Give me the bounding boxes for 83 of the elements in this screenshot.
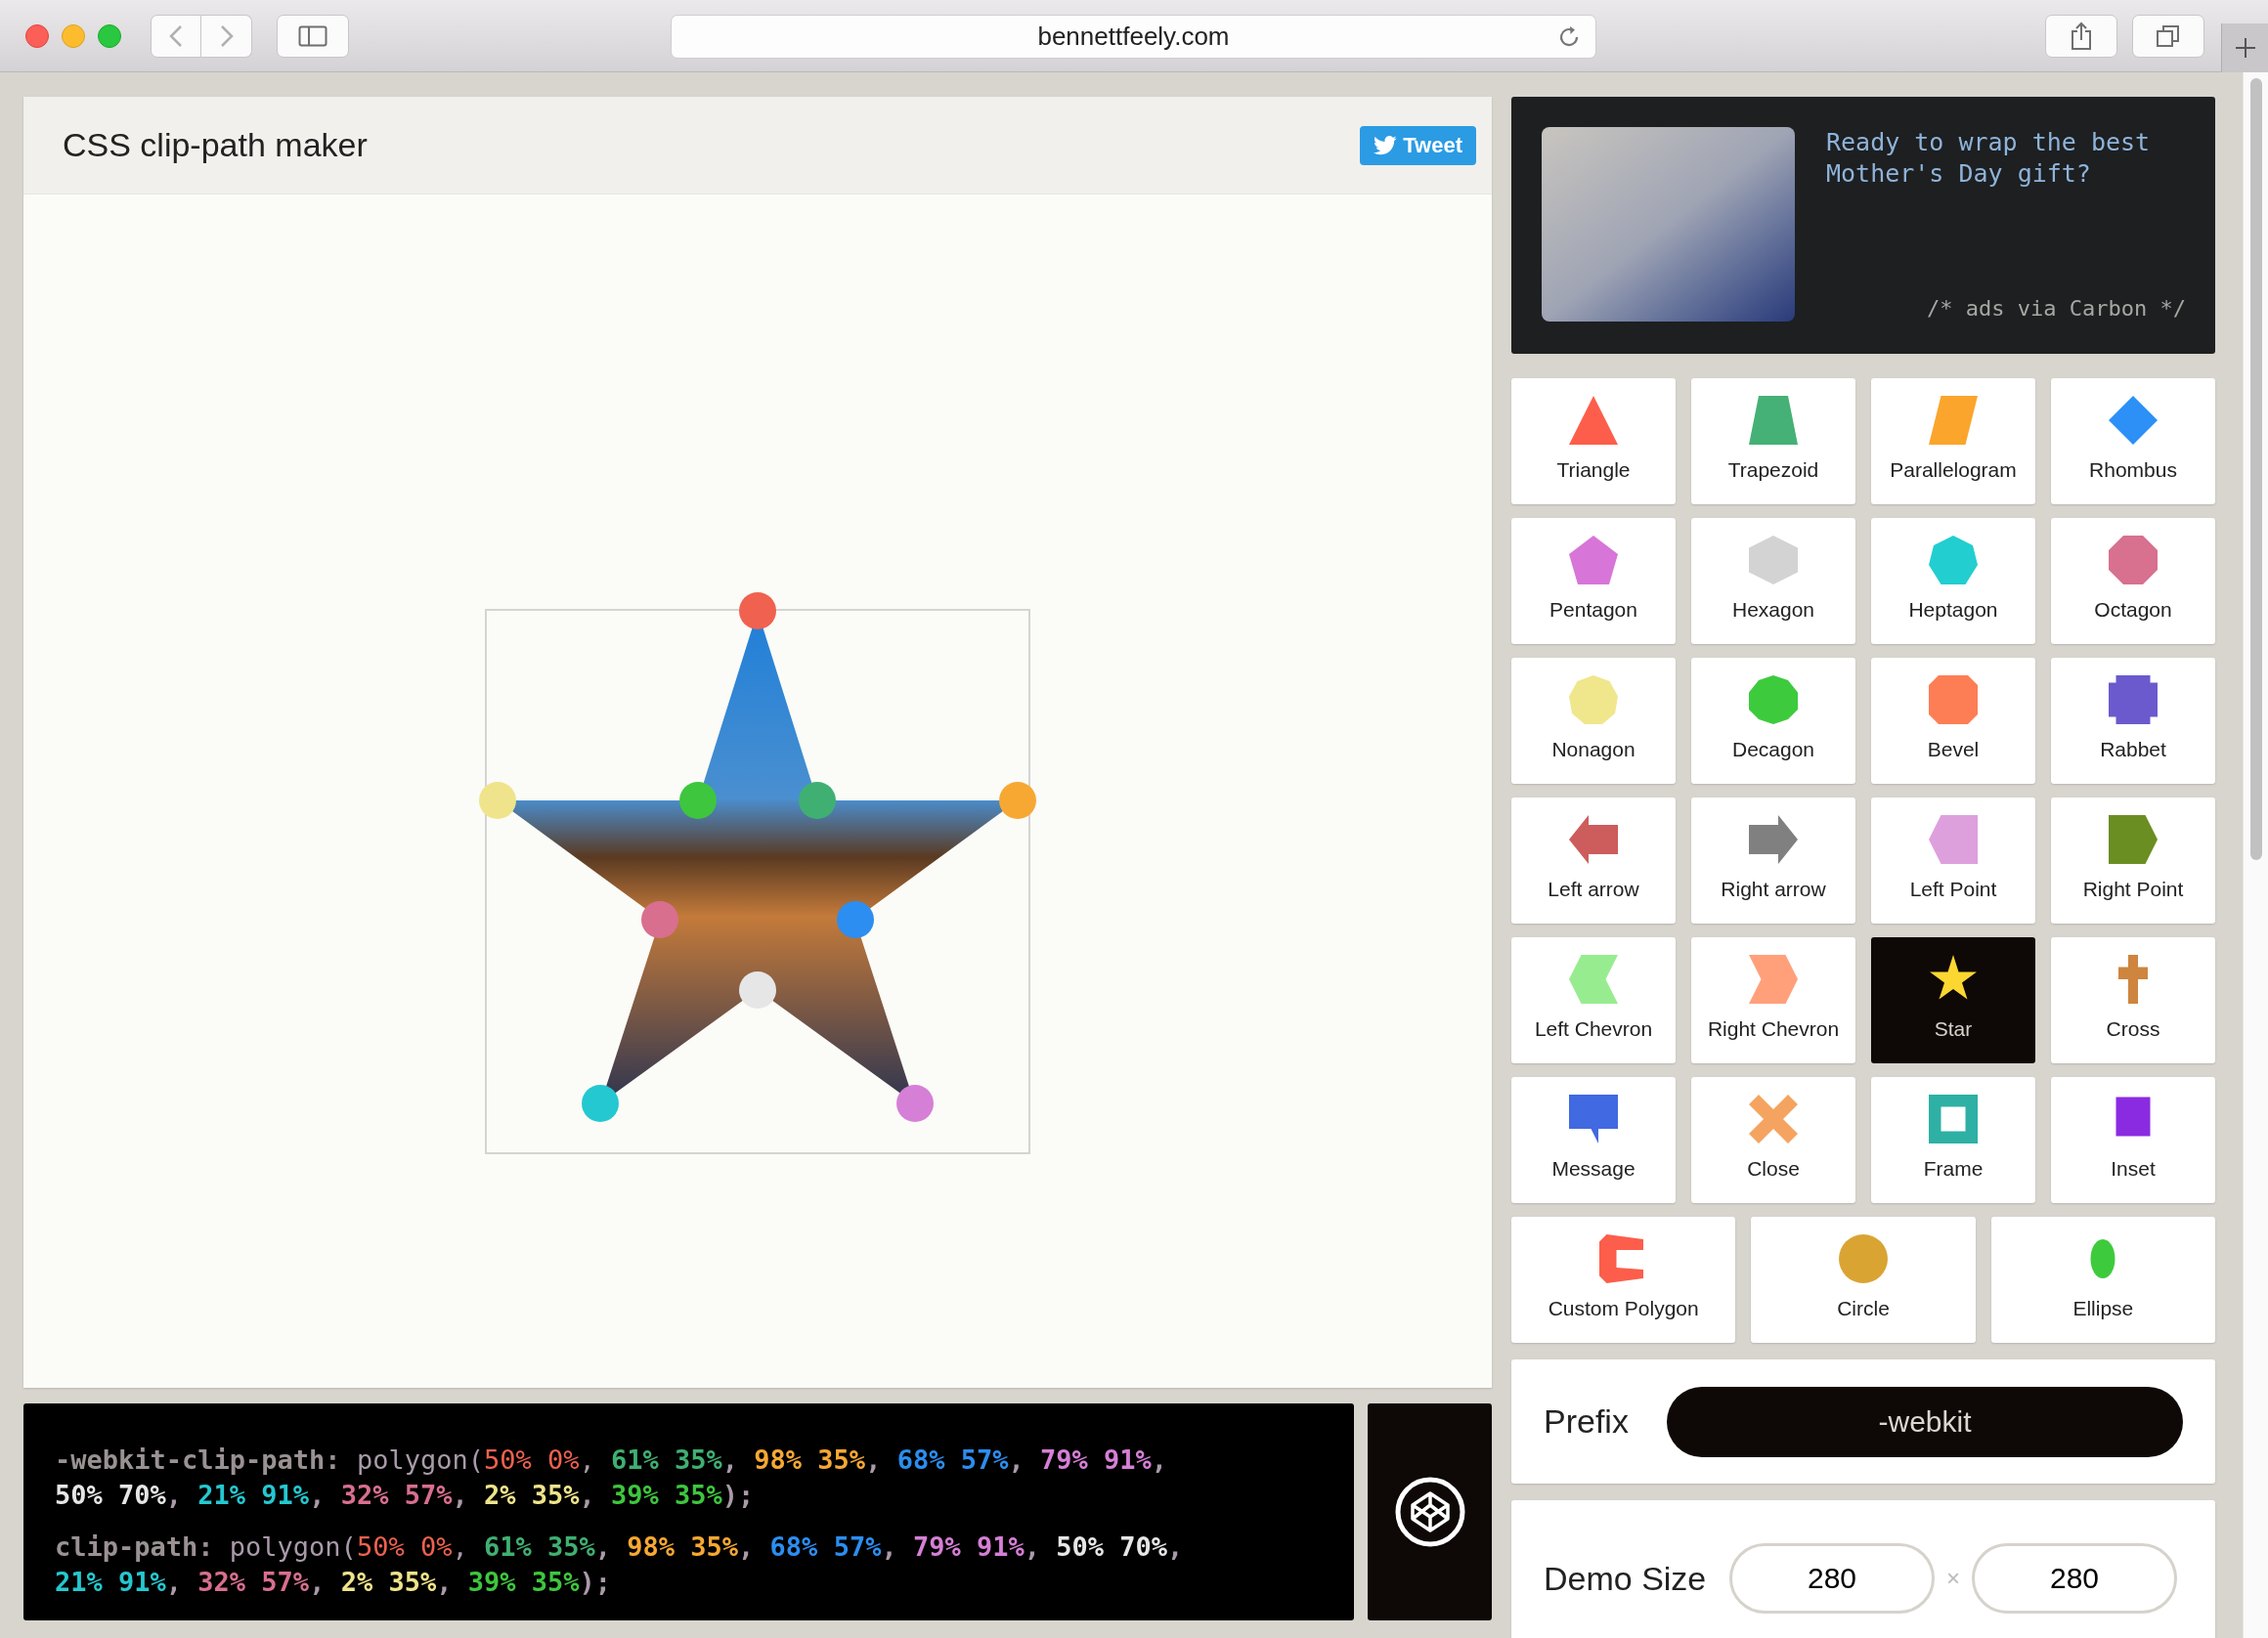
point-handle[interactable] bbox=[895, 1085, 934, 1123]
shape-card[interactable]: Right arrow bbox=[1691, 797, 1855, 924]
css-declaration: clip-path: polygon(50% 0%, 61% 35%, 98% 35%, 68% 57%, 79% 91%, 50% 70%, 21% 91%, 32% 57%, 2% 35%, 39% 35%); bbox=[55, 1530, 1185, 1599]
sidebar-button[interactable] bbox=[277, 14, 349, 58]
prefix-label: Prefix bbox=[1544, 1401, 1630, 1442]
bevel-shape-icon bbox=[1929, 675, 1978, 724]
width-input[interactable]: 280 bbox=[1729, 1543, 1935, 1614]
rhombus-shape-icon bbox=[2109, 396, 2158, 445]
shape-card[interactable]: Pentagon bbox=[1511, 518, 1676, 644]
share-button[interactable] bbox=[2045, 15, 2117, 58]
shape-card[interactable]: Trapezoid bbox=[1691, 378, 1855, 504]
right-point-shape-icon bbox=[2109, 815, 2158, 864]
right-chevron-shape-icon bbox=[1749, 955, 1798, 1004]
right-arrow-shape-icon bbox=[1749, 815, 1798, 864]
shape-card[interactable]: Nonagon bbox=[1511, 658, 1676, 784]
back-chevron-icon bbox=[169, 23, 183, 48]
point-handle[interactable] bbox=[998, 781, 1036, 819]
octagon-shape-icon bbox=[2109, 536, 2158, 584]
message-shape-icon bbox=[1569, 1095, 1618, 1143]
shape-card[interactable]: Left Chevron bbox=[1511, 937, 1676, 1063]
new-tab-button[interactable] bbox=[2221, 23, 2268, 72]
triangle-shape-icon bbox=[1569, 396, 1618, 445]
bird-icon bbox=[1374, 135, 1398, 155]
shape-card[interactable]: Right Chevron bbox=[1691, 937, 1855, 1063]
decagon-shape-icon bbox=[1749, 675, 1798, 724]
sidebar-icon bbox=[298, 24, 327, 47]
shape-card[interactable]: Parallelogram bbox=[1871, 378, 2035, 504]
times-sign: × bbox=[1946, 1564, 1960, 1593]
height-input[interactable]: 280 bbox=[1972, 1543, 2177, 1614]
shape-card[interactable]: Ellipse bbox=[1990, 1217, 2215, 1343]
shape-card[interactable]: Star bbox=[1871, 937, 2035, 1063]
frame-shape-icon bbox=[1929, 1095, 1978, 1143]
shape-card[interactable]: Close bbox=[1691, 1077, 1855, 1203]
shape-card[interactable]: Bevel bbox=[1871, 658, 2035, 784]
css-declaration: -webkit-clip-path: polygon(50% 0%, 61% 35%, 98% 35%, 68% 57%, 79% 91%, 50% 70%, 21% 91%, 32% 57%, 2% 35%, 39% 35%); bbox=[55, 1444, 1169, 1512]
forward-chevron-icon bbox=[219, 23, 234, 48]
left-point-shape-icon bbox=[1929, 815, 1978, 864]
ad-attribution[interactable]: /* ads via Carbon */ bbox=[1927, 292, 2186, 324]
point-handle[interactable] bbox=[582, 1085, 620, 1123]
parallelogram-shape-icon bbox=[1929, 396, 1978, 445]
cube-icon bbox=[1393, 1476, 1466, 1548]
scrollbar-thumb[interactable] bbox=[2249, 78, 2262, 860]
point-handle[interactable] bbox=[479, 781, 517, 819]
tabs-button[interactable] bbox=[2132, 15, 2204, 58]
page-title: CSS clip-path maker bbox=[63, 125, 368, 165]
shape-card[interactable]: Custom Polygon bbox=[1511, 1217, 1736, 1343]
nonagon-shape-icon bbox=[1569, 675, 1618, 724]
shape-card[interactable]: Cross bbox=[2051, 937, 2215, 1063]
zoom-window-button[interactable] bbox=[98, 23, 121, 48]
address-bar[interactable]: bennettfeely.com bbox=[671, 15, 1596, 59]
prefix-toggle[interactable]: -webkit bbox=[1667, 1386, 2183, 1457]
close-shape-icon bbox=[1749, 1095, 1798, 1143]
plus-icon bbox=[2233, 36, 2257, 60]
shape-card[interactable]: Hexagon bbox=[1691, 518, 1855, 644]
shape-card[interactable]: Left Point bbox=[1871, 797, 2035, 924]
trapezoid-shape-icon bbox=[1749, 396, 1798, 445]
shape-card[interactable]: Triangle bbox=[1511, 378, 1676, 504]
shape-card[interactable]: Heptagon bbox=[1871, 518, 2035, 644]
rabbet-shape-icon bbox=[2109, 675, 2158, 724]
shape-card[interactable]: Message bbox=[1511, 1077, 1676, 1203]
heptagon-shape-icon bbox=[1929, 536, 1978, 584]
hexagon-shape-icon bbox=[1749, 536, 1798, 584]
shape-card[interactable]: Octagon bbox=[2051, 518, 2215, 644]
url-text: bennettfeely.com bbox=[1037, 21, 1230, 53]
codepen-button[interactable] bbox=[1368, 1403, 1492, 1620]
shape-card[interactable]: Decagon bbox=[1691, 658, 1855, 784]
shape-card[interactable]: Left arrow bbox=[1511, 797, 1676, 924]
left-arrow-shape-icon bbox=[1569, 815, 1618, 864]
tabs-icon bbox=[2156, 23, 2181, 49]
share-icon bbox=[2071, 22, 2092, 51]
pentagon-shape-icon bbox=[1569, 536, 1618, 584]
close-window-button[interactable] bbox=[25, 23, 49, 48]
demo-size-label: Demo Size bbox=[1544, 1558, 1708, 1599]
shape-card[interactable]: Rabbet bbox=[2051, 658, 2215, 784]
shape-card[interactable]: Rhombus bbox=[2051, 378, 2215, 504]
left-chevron-shape-icon bbox=[1569, 955, 1618, 1004]
shape-card[interactable]: Circle bbox=[1751, 1217, 1976, 1343]
circle-shape-icon bbox=[1839, 1234, 1888, 1283]
shape-card[interactable]: Inset bbox=[2051, 1077, 2215, 1203]
shape-card[interactable]: Frame bbox=[1871, 1077, 2035, 1203]
shape-card[interactable]: Right Point bbox=[2051, 797, 2215, 924]
point-handle[interactable] bbox=[739, 592, 776, 629]
ad-headline[interactable]: Ready to wrap the best Mother's Day gift? bbox=[1826, 127, 2186, 190]
